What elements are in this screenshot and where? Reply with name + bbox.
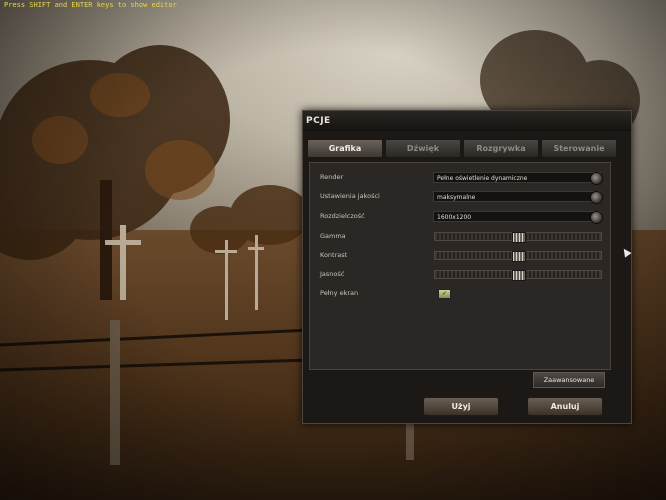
brightness-label: Jasność bbox=[320, 270, 345, 278]
gamma-label: Gamma bbox=[320, 232, 346, 240]
tab-rozgrywka[interactable]: Rozgrywka bbox=[463, 139, 539, 158]
tab-dzwiek[interactable]: Dźwięk bbox=[385, 139, 461, 158]
graphics-settings-panel: Render Pełne oświetlenie dynamiczne Usta… bbox=[309, 162, 611, 370]
dialog-title: PCJE bbox=[303, 111, 631, 131]
gamma-slider[interactable] bbox=[434, 232, 602, 243]
tab-bar: Grafika Dźwięk Rozgrywka Sterowanie bbox=[307, 139, 623, 158]
quality-select[interactable]: maksymalne bbox=[433, 191, 601, 202]
advanced-button[interactable]: Zaawansowane bbox=[533, 372, 605, 388]
contrast-slider[interactable] bbox=[434, 251, 602, 262]
render-select[interactable]: Pełne oświetlenie dynamiczne bbox=[433, 172, 601, 183]
resolution-label: Rozdzielczość bbox=[320, 212, 365, 220]
brightness-slider[interactable] bbox=[434, 270, 602, 281]
fullscreen-label: Pełny ekran bbox=[320, 289, 359, 297]
quality-dropdown-icon[interactable] bbox=[590, 191, 603, 204]
resolution-select[interactable]: 1600x1200 bbox=[433, 211, 601, 222]
options-dialog: PCJE Grafika Dźwięk Rozgrywka Sterowanie… bbox=[302, 110, 632, 424]
cancel-button[interactable]: Anuluj bbox=[527, 397, 603, 416]
apply-button[interactable]: Użyj bbox=[423, 397, 499, 416]
checkmark-icon: ✓ bbox=[441, 290, 448, 297]
render-label: Render bbox=[320, 173, 344, 181]
fullscreen-checkbox[interactable]: ✓ bbox=[438, 289, 451, 299]
render-dropdown-icon[interactable] bbox=[590, 172, 603, 185]
resolution-dropdown-icon[interactable] bbox=[590, 211, 603, 224]
tab-grafika[interactable]: Grafika bbox=[307, 139, 383, 158]
contrast-label: Kontrast bbox=[320, 251, 348, 259]
tab-sterowanie[interactable]: Sterowanie bbox=[541, 139, 617, 158]
gamma-slider-thumb[interactable] bbox=[512, 232, 526, 243]
brightness-slider-thumb[interactable] bbox=[512, 270, 526, 281]
contrast-slider-thumb[interactable] bbox=[512, 251, 526, 262]
quality-label: Ustawienia jakości bbox=[320, 192, 380, 200]
editor-hint: Press SHIFT and ENTER keys to show edito… bbox=[4, 1, 177, 9]
bushes bbox=[190, 185, 310, 254]
fence bbox=[0, 328, 311, 372]
